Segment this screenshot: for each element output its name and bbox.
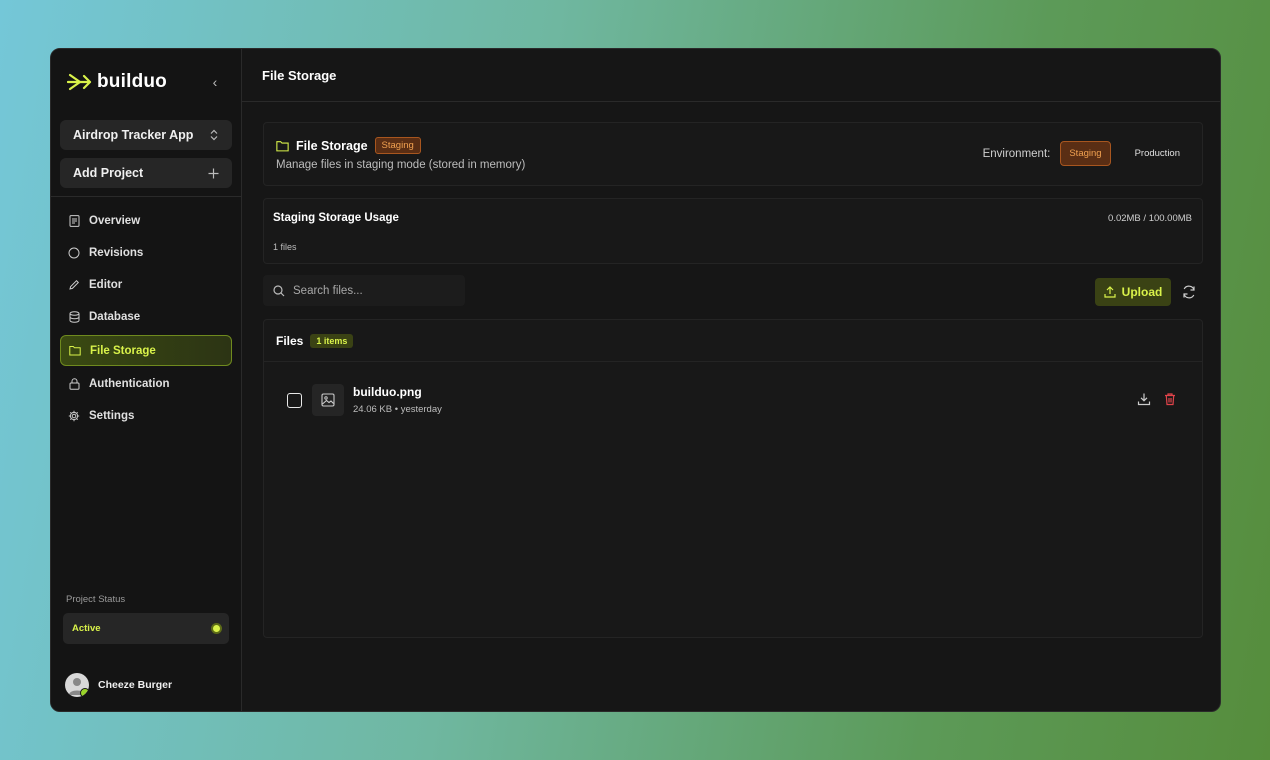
brand-name: builduo bbox=[97, 71, 167, 92]
upload-label: Upload bbox=[1121, 285, 1163, 299]
search-icon bbox=[273, 284, 285, 296]
sidebar-item-editor[interactable]: Editor bbox=[60, 271, 232, 299]
document-icon bbox=[68, 215, 80, 227]
sidebar-item-settings[interactable]: Settings bbox=[60, 402, 232, 430]
files-count-badge: 1 items bbox=[310, 333, 354, 348]
sidebar-item-overview[interactable]: Overview bbox=[60, 207, 232, 235]
environment-label: Environment: bbox=[982, 147, 1051, 160]
env-card-title-text: File Storage bbox=[296, 138, 368, 153]
project-select-label: Airdrop Tracker App bbox=[73, 128, 194, 142]
chevron-updown-icon bbox=[210, 129, 218, 141]
app-window: builduo ‹ Airdrop Tracker App Add Projec… bbox=[50, 48, 1221, 712]
environment-switcher: Environment: Staging Production bbox=[983, 141, 1188, 166]
sidebar-divider bbox=[51, 196, 241, 197]
sidebar: builduo ‹ Airdrop Tracker App Add Projec… bbox=[51, 49, 242, 711]
environment-card: File Storage Staging Manage files in sta… bbox=[263, 122, 1203, 186]
add-project-button[interactable]: Add Project bbox=[60, 158, 232, 188]
search-placeholder: Search files... bbox=[293, 284, 363, 297]
upload-icon bbox=[1104, 286, 1116, 298]
avatar bbox=[65, 673, 89, 697]
circle-icon bbox=[68, 247, 80, 259]
storage-usage-card: Staging Storage Usage 0.02MB / 100.00MB … bbox=[263, 198, 1203, 264]
folder-icon bbox=[276, 140, 289, 151]
project-select[interactable]: Airdrop Tracker App bbox=[60, 120, 232, 150]
env-staging-button[interactable]: Staging bbox=[1060, 141, 1111, 166]
sidebar-item-label: Database bbox=[89, 311, 141, 323]
sidebar-nav: Overview Revisions Editor Database File … bbox=[51, 207, 241, 430]
page-title: File Storage bbox=[242, 49, 1220, 102]
refresh-icon[interactable] bbox=[1181, 284, 1197, 300]
files-header: Files 1 items bbox=[264, 320, 1202, 362]
usage-value: 0.02MB / 100.00MB bbox=[1108, 213, 1192, 224]
file-select-checkbox[interactable] bbox=[287, 393, 302, 408]
builduo-logo-icon bbox=[67, 73, 92, 91]
project-status-label: Project Status bbox=[66, 594, 126, 605]
lock-icon bbox=[68, 378, 80, 390]
sidebar-item-label: Editor bbox=[89, 279, 123, 291]
sidebar-item-revisions[interactable]: Revisions bbox=[60, 239, 232, 267]
main-content: File Storage File Storage Staging Manage… bbox=[242, 49, 1220, 711]
sidebar-item-label: Overview bbox=[89, 215, 141, 227]
logo[interactable]: builduo bbox=[67, 71, 167, 93]
staging-badge: Staging bbox=[374, 137, 421, 154]
env-card-subtitle: Manage files in staging mode (stored in … bbox=[276, 159, 526, 171]
pencil-icon bbox=[68, 279, 80, 291]
sidebar-item-authentication[interactable]: Authentication bbox=[60, 370, 232, 398]
file-name: builduo.png bbox=[353, 385, 422, 399]
user-name: Cheeze Burger bbox=[98, 679, 173, 691]
sidebar-item-label: File Storage bbox=[90, 344, 156, 357]
sidebar-item-database[interactable]: Database bbox=[60, 303, 232, 331]
sidebar-item-label: Authentication bbox=[89, 378, 170, 390]
sidebar-item-label: Settings bbox=[89, 410, 135, 422]
upload-button[interactable]: Upload bbox=[1095, 278, 1171, 306]
image-file-icon bbox=[312, 384, 344, 416]
status-dot-icon bbox=[213, 625, 220, 632]
sidebar-item-file-storage[interactable]: File Storage bbox=[60, 335, 232, 366]
project-status-value: Active bbox=[72, 623, 101, 634]
env-card-title: File Storage Staging bbox=[276, 137, 421, 154]
gear-icon bbox=[68, 410, 80, 422]
env-production-button[interactable]: Production bbox=[1127, 141, 1188, 166]
plus-icon bbox=[208, 168, 219, 178]
list-item[interactable]: builduo.png 24.06 KB • yesterday bbox=[264, 382, 1202, 418]
download-icon[interactable] bbox=[1137, 392, 1151, 406]
project-status-badge: Active bbox=[63, 613, 229, 644]
sidebar-item-label: Revisions bbox=[89, 247, 144, 259]
files-title: Files bbox=[276, 333, 304, 348]
trash-icon[interactable] bbox=[1163, 392, 1177, 406]
usage-file-count: 1 files bbox=[273, 242, 297, 252]
file-meta: 24.06 KB • yesterday bbox=[353, 404, 442, 415]
folder-icon bbox=[69, 345, 81, 357]
usage-title: Staging Storage Usage bbox=[273, 212, 399, 224]
add-project-label: Add Project bbox=[73, 166, 144, 180]
database-icon bbox=[68, 311, 80, 323]
collapse-sidebar-icon[interactable]: ‹ bbox=[205, 74, 225, 90]
user-profile[interactable]: Cheeze Burger bbox=[65, 673, 172, 697]
files-panel: Files 1 items builduo.png 24.06 KB • yes… bbox=[263, 319, 1203, 638]
search-input[interactable]: Search files... bbox=[263, 275, 465, 306]
logo-row: builduo ‹ bbox=[51, 49, 241, 115]
